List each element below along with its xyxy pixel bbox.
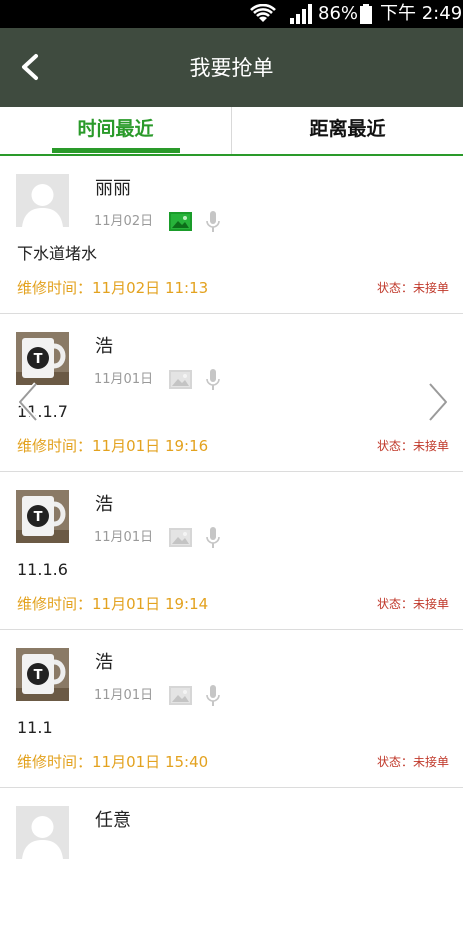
signal-icon	[290, 4, 312, 24]
clock: 下午 2:49	[380, 3, 463, 24]
status-bar: 86% 下午 2:49	[0, 0, 463, 28]
customer-name: 丽丽	[95, 178, 131, 199]
svg-text:T: T	[34, 352, 43, 367]
avatar: T	[16, 648, 69, 701]
repair-time: 维修时间：11月01日 19:16	[17, 437, 209, 455]
carousel-prev-icon[interactable]	[14, 380, 42, 424]
voice-icon[interactable]	[206, 369, 220, 391]
order-status: 状态：未接单	[376, 281, 449, 295]
svg-text:T: T	[34, 510, 43, 525]
person-placeholder-icon	[16, 174, 69, 227]
battery-icon	[360, 4, 372, 24]
order-status: 状态：未接单	[376, 597, 449, 611]
active-tab-indicator	[52, 148, 180, 153]
carousel-next-icon[interactable]	[424, 380, 452, 424]
order-date: 11月01日	[94, 530, 154, 545]
voice-icon[interactable]	[206, 527, 220, 549]
repair-time: 维修时间：11月01日 19:14	[17, 595, 209, 613]
order-status: 状态：未接单	[376, 439, 449, 453]
order-description: 11.1	[17, 718, 53, 737]
image-attachment-icon[interactable]	[169, 686, 192, 705]
customer-name: 浩	[95, 494, 113, 515]
avatar	[16, 806, 69, 859]
wifi-icon	[250, 4, 276, 22]
order-card[interactable]: T 浩 11月01日 11.1.6 维修时间：11月01日 19:14 状态：未…	[0, 472, 463, 630]
order-date: 11月02日	[94, 214, 154, 229]
image-attachment-icon[interactable]	[169, 370, 192, 389]
avatar	[16, 174, 69, 227]
voice-icon[interactable]	[206, 211, 220, 233]
tab-bar: 时间最近 距离最近	[0, 107, 463, 156]
svg-text:T: T	[34, 668, 43, 683]
customer-name: 浩	[95, 652, 113, 673]
voice-icon[interactable]	[206, 685, 220, 707]
battery-percent: 86%	[318, 3, 359, 24]
page-title: 我要抢单	[189, 56, 274, 80]
app-header: 我要抢单	[0, 28, 463, 107]
order-card[interactable]: T 浩 11月01日 11.1 维修时间：11月01日 15:40 状态：未接单	[0, 630, 463, 788]
order-card[interactable]: 任意	[0, 788, 463, 945]
tab-distance-recent[interactable]: 距离最近	[232, 107, 463, 154]
order-date: 11月01日	[94, 372, 154, 387]
repair-time: 维修时间：11月01日 15:40	[17, 753, 209, 771]
mug-photo-icon: T	[16, 490, 69, 543]
person-placeholder-icon	[16, 806, 69, 859]
order-description: 下水道堵水	[17, 244, 98, 263]
tab-time-recent[interactable]: 时间最近	[0, 107, 231, 154]
avatar: T	[16, 332, 69, 385]
mug-photo-icon: T	[16, 648, 69, 701]
order-status: 状态：未接单	[376, 755, 449, 769]
mug-photo-icon: T	[16, 332, 69, 385]
order-date: 11月01日	[94, 688, 154, 703]
repair-time: 维修时间：11月02日 11:13	[17, 279, 209, 297]
avatar: T	[16, 490, 69, 543]
customer-name: 浩	[95, 336, 113, 357]
image-attachment-icon[interactable]	[169, 528, 192, 547]
customer-name: 任意	[95, 810, 131, 831]
image-attachment-icon[interactable]	[169, 212, 192, 231]
order-card[interactable]: T 浩 11月01日 11.1.7 维修时间：11月01日 19:16 状态：未…	[0, 314, 463, 472]
order-card[interactable]: 丽丽 11月02日 下水道堵水 维修时间：11月02日 11:13 状态：未接单	[0, 156, 463, 314]
order-description: 11.1.6	[17, 560, 68, 579]
